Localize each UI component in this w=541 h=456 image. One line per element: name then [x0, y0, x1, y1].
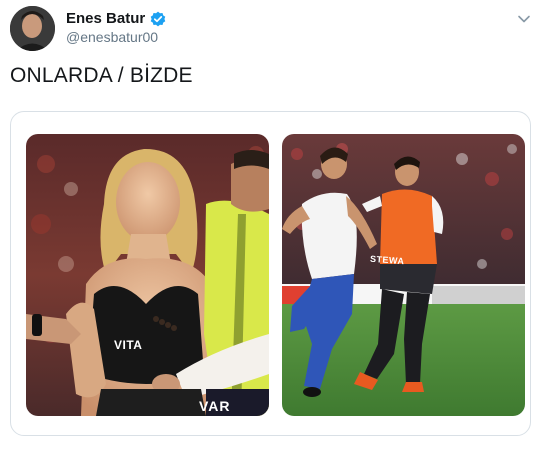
pitch-invader-photo	[26, 134, 269, 416]
verified-badge-icon	[150, 11, 166, 27]
media-card[interactable]: VITA VAR STEWA	[10, 111, 531, 436]
author-handle[interactable]: @enesbatur00	[66, 29, 158, 45]
author-display-name[interactable]: Enes Batur	[66, 10, 145, 27]
profile-avatar-icon	[10, 6, 55, 51]
media-photo-left[interactable]: VITA VAR	[26, 134, 269, 416]
media-photo-right[interactable]: STEWA	[282, 134, 525, 416]
chevron-down-icon[interactable]	[515, 10, 533, 28]
tweet: Enes Batur @enesbatur00 ONLARDA / BİZDE	[0, 0, 541, 456]
avatar[interactable]	[10, 6, 55, 51]
vest-text-left: VAR	[199, 398, 231, 414]
tweet-text: ONLARDA / BİZDE	[10, 64, 193, 87]
shirt-text: VITA	[114, 338, 143, 352]
author-row: Enes Batur	[66, 10, 166, 27]
pitch-chase-photo	[282, 134, 525, 416]
